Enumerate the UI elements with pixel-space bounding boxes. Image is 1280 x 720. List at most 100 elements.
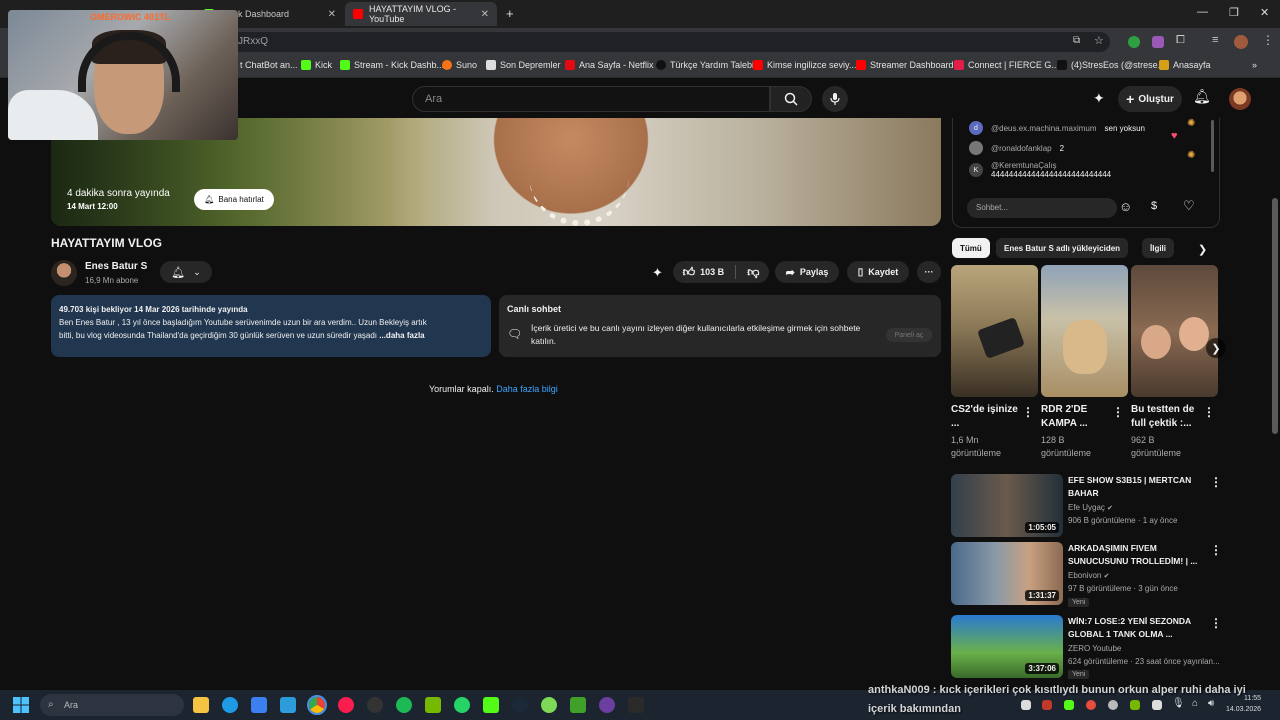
tray-icon[interactable]	[1152, 700, 1162, 710]
channel-avatar[interactable]	[51, 260, 77, 286]
video-thumbnail[interactable]: 1:31:37	[951, 542, 1063, 605]
video-title-link[interactable]: WİN:7 LOSE:2 YENİ SEZONDA GLOBAL 1 TANK …	[1068, 615, 1202, 641]
more-vertical-icon[interactable]: ⋮	[1022, 405, 1034, 419]
spotify-icon[interactable]	[396, 697, 412, 713]
video-title-link[interactable]: EFE SHOW S3B15 | MERTCAN BAHAR	[1068, 474, 1202, 500]
store-icon[interactable]	[251, 697, 267, 713]
app-icon[interactable]	[541, 697, 557, 713]
bookmark-star-icon[interactable]: ☆	[1094, 34, 1104, 47]
volume-icon[interactable]: 🔊︎	[1208, 698, 1214, 709]
account-avatar[interactable]	[1229, 88, 1251, 110]
bookmark-item[interactable]: (4)StresEos (@strese...	[1057, 60, 1165, 70]
super-chat-icon[interactable]: $	[1151, 200, 1157, 212]
short-thumbnail[interactable]	[1131, 265, 1218, 397]
network-icon[interactable]: ⌂	[1192, 698, 1198, 709]
tray-icon[interactable]	[1021, 700, 1031, 710]
more-vertical-icon[interactable]: ⋮	[1210, 543, 1222, 557]
ai-sparkle-icon[interactable]: ✦	[1093, 90, 1105, 107]
nvidia-icon[interactable]	[425, 697, 441, 713]
app-icon[interactable]	[599, 697, 615, 713]
more-vertical-icon[interactable]: ⋮	[1112, 405, 1124, 419]
share-button[interactable]: ➦ Paylaş	[775, 261, 839, 283]
open-panel-button[interactable]: Paneli aç	[886, 328, 932, 342]
tray-icon[interactable]	[1108, 700, 1118, 710]
channel-name[interactable]: Enes Batur S	[85, 261, 147, 272]
tab-close-icon[interactable]: ✕	[328, 9, 336, 20]
steam-icon[interactable]	[512, 697, 528, 713]
tab-close-icon[interactable]: ✕	[481, 9, 489, 20]
bookmark-item[interactable]: Connect | FIERCE G...	[954, 60, 1059, 70]
tray-icon[interactable]	[1086, 700, 1096, 710]
learn-more-link[interactable]: Daha fazla bilgi	[496, 384, 558, 394]
thumbs-up-icon[interactable]: 👍︎	[683, 265, 696, 280]
file-explorer-icon[interactable]	[193, 697, 209, 713]
chat-username[interactable]: @deus.ex.machina.maximum	[991, 124, 1097, 133]
minimize-icon[interactable]: —	[1197, 6, 1208, 18]
chip-related[interactable]: İlgili	[1142, 238, 1174, 258]
notifications-bell-icon[interactable]: 🔔︎	[1193, 88, 1211, 105]
chat-username[interactable]: @ronaldofanklap	[991, 144, 1052, 153]
short-thumbnail[interactable]	[951, 265, 1038, 397]
bookmark-item[interactable]: Kick	[301, 60, 332, 70]
extension-icon[interactable]	[1128, 36, 1140, 48]
windows-start-icon[interactable]	[13, 697, 29, 713]
chat-scrollbar[interactable]	[1211, 120, 1214, 172]
chat-username[interactable]: @KeremtunaÇalış	[991, 161, 1111, 170]
short-title[interactable]: Bu testten de full çektik :...	[1131, 403, 1199, 431]
video-channel[interactable]: ZERO Youtube	[1068, 644, 1121, 653]
epic-games-icon[interactable]	[628, 697, 644, 713]
app-icon[interactable]	[280, 697, 296, 713]
microphone-icon[interactable]: 🎙︎	[1172, 698, 1185, 709]
thumbs-down-icon[interactable]: 👎︎	[747, 265, 759, 280]
opera-icon[interactable]	[338, 697, 354, 713]
tray-icon[interactable]	[1064, 700, 1074, 710]
taskbar-search[interactable]: ⌕ Ara	[40, 694, 184, 716]
edge-icon[interactable]	[222, 697, 238, 713]
chip-from-uploader[interactable]: Enes Batur S adlı yükleyiciden	[996, 238, 1129, 258]
create-button[interactable]: + Oluştur	[1118, 86, 1182, 112]
browser-menu-icon[interactable]: ⋮	[1262, 33, 1274, 47]
subscription-bell-button[interactable]: 🔔︎ ⌄	[160, 261, 212, 283]
short-title[interactable]: CS2'de işinize ...	[951, 403, 1019, 431]
tray-icon[interactable]	[1130, 700, 1140, 710]
extensions-puzzle-icon[interactable]: ⧠	[1176, 34, 1185, 47]
voice-search-button[interactable]	[822, 86, 848, 112]
more-vertical-icon[interactable]: ⋮	[1210, 475, 1222, 489]
short-title[interactable]: RDR 2'DE KAMPA ...	[1041, 403, 1109, 431]
extension-icon[interactable]	[1152, 36, 1164, 48]
kick-icon[interactable]	[483, 697, 499, 713]
more-vertical-icon[interactable]: ⋮	[1203, 405, 1215, 419]
profile-avatar[interactable]	[1234, 35, 1248, 49]
scrollbar-thumb[interactable]	[1272, 198, 1278, 434]
new-tab-icon[interactable]: +	[506, 6, 514, 21]
tab-youtube-video[interactable]: HAYATTAYIM VLOG - YouTube ✕	[345, 2, 497, 26]
chip-all[interactable]: Tümü	[952, 238, 990, 258]
video-channel[interactable]: Efe Uygaç ✔	[1068, 503, 1113, 512]
video-channel[interactable]: Ebonivon ✔	[1068, 571, 1109, 580]
more-bookmarks-icon[interactable]: »	[1252, 60, 1257, 70]
search-button[interactable]	[770, 86, 812, 112]
taskbar-clock[interactable]: 11:55 14.03.2026	[1226, 693, 1261, 715]
whatsapp-icon[interactable]	[454, 697, 470, 713]
save-button[interactable]: ▯ Kaydet	[847, 261, 909, 283]
chevron-right-icon[interactable]: ❯	[1198, 243, 1207, 256]
show-more-link[interactable]: ...daha fazla	[379, 331, 424, 340]
shorts-next-arrow-icon[interactable]: ❯	[1206, 338, 1226, 358]
short-thumbnail[interactable]	[1041, 265, 1128, 397]
install-app-icon[interactable]: ⧉	[1073, 35, 1080, 46]
heart-icon[interactable]: ♡	[1183, 198, 1195, 214]
remind-me-button[interactable]: 🔔︎ Bana hatırlat	[194, 189, 274, 210]
more-vertical-icon[interactable]: ⋮	[1210, 616, 1222, 630]
bookmark-item[interactable]: Kimse ingilizce seviy...	[753, 60, 856, 70]
ai-sparkle-icon[interactable]: ✦	[652, 265, 663, 281]
bookmark-item[interactable]: Ana Sayfa - Netflix	[565, 60, 654, 70]
maximize-icon[interactable]: ❐	[1229, 6, 1239, 19]
bookmark-item[interactable]: Stream - Kick Dashb...	[340, 60, 444, 70]
bookmark-item[interactable]: t ChatBot an...	[240, 60, 298, 70]
more-actions-button[interactable]: ···	[917, 261, 941, 283]
video-thumbnail[interactable]: 1:05:05	[951, 474, 1063, 537]
window-close-icon[interactable]: ✕	[1260, 6, 1269, 19]
video-title-link[interactable]: ARKADAŞIMIN FIVEM SUNUCUSUNU TROLLEDİM! …	[1068, 542, 1202, 568]
tray-icon[interactable]	[1042, 700, 1052, 710]
obs-icon[interactable]	[367, 697, 383, 713]
